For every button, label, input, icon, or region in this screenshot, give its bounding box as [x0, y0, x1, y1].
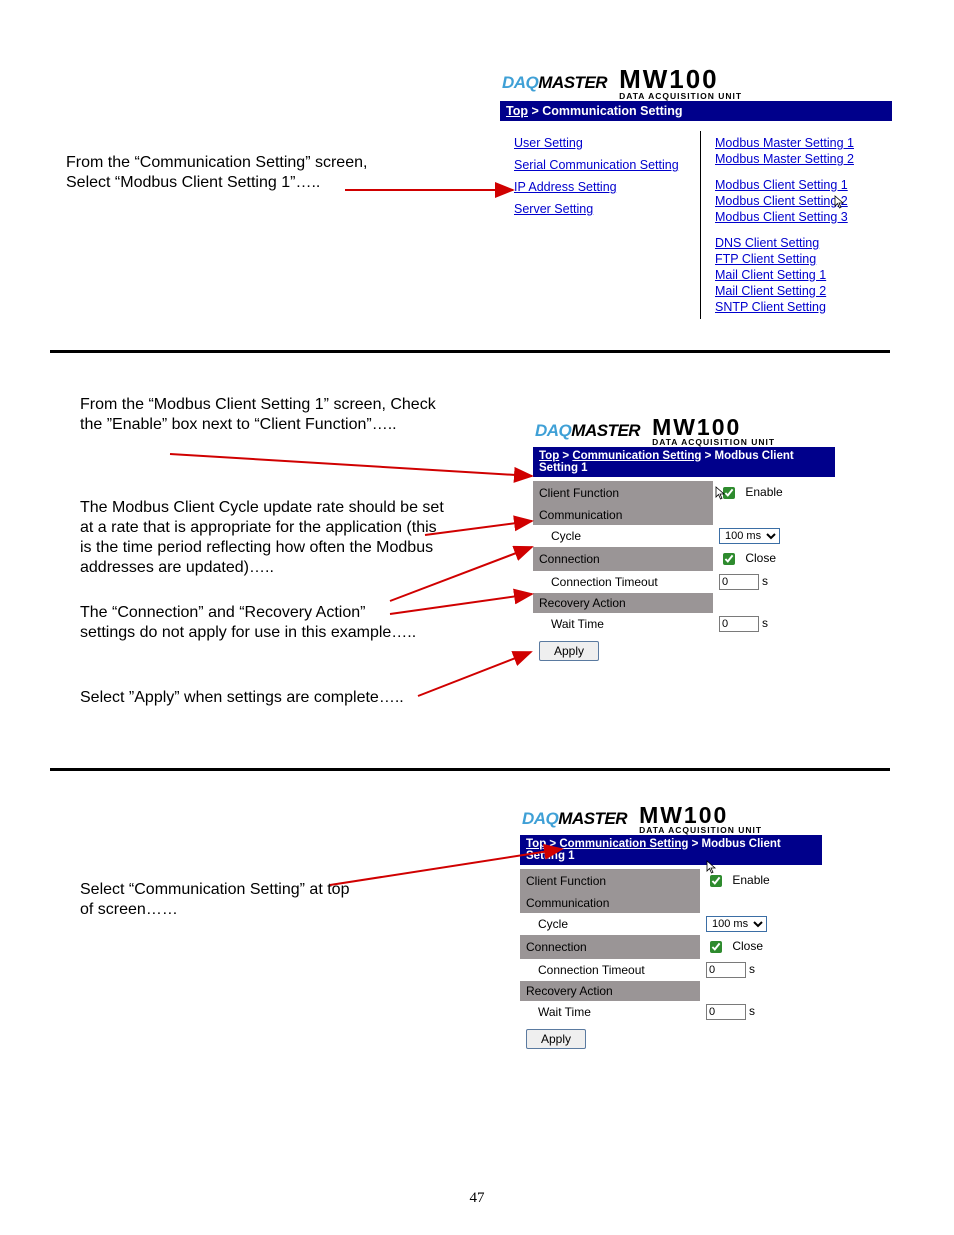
row-wait-time-label: Wait Time [520, 1001, 700, 1023]
breadcrumb-comm-setting[interactable]: Communication Setting [559, 838, 688, 850]
row-client-function-label: Client Function [533, 481, 713, 505]
row-client-function-label: Client Function [520, 869, 700, 893]
breadcrumb-top[interactable]: Top [506, 104, 528, 118]
daqmaster-logo: DAQMASTER [522, 809, 627, 829]
daqmaster-logo: DAQMASTER [535, 421, 640, 441]
links-column-right: Modbus Master Setting 1 Modbus Master Se… [700, 131, 868, 319]
wait-time-input[interactable] [719, 616, 759, 632]
mw100-subtitle: DATA ACQUISITION UNIT [619, 91, 742, 101]
row-recovery-action-label: Recovery Action [533, 593, 713, 613]
instruction-check-enable: From the “Modbus Client Setting 1” scree… [80, 395, 440, 435]
breadcrumb: Top > Communication Setting > Modbus Cli… [533, 447, 835, 477]
close-label: Close [745, 551, 776, 565]
mw100-subtitle: DATA ACQUISITION UNIT [639, 825, 762, 835]
connection-timeout-input[interactable] [719, 574, 759, 590]
row-connection-timeout-label: Connection Timeout [533, 571, 713, 593]
cursor-icon [706, 860, 718, 877]
instruction-select-apply: Select ”Apply” when settings are complet… [80, 688, 440, 708]
row-wait-time-label: Wait Time [533, 613, 713, 635]
close-checkbox[interactable] [710, 941, 722, 953]
instruction-select-comm-setting: Select “Communication Setting” at top of… [80, 880, 360, 920]
breadcrumb-top[interactable]: Top [526, 838, 546, 850]
cursor-icon [715, 486, 727, 503]
row-connection-timeout-label: Connection Timeout [520, 959, 700, 981]
link-user-setting[interactable]: User Setting [514, 136, 686, 150]
link-modbus-client-setting-1[interactable]: Modbus Client Setting 1 [715, 178, 854, 192]
logo-block: DAQMASTER MW100 DATA ACQUISITION UNIT [520, 800, 822, 835]
row-connection-label: Connection [533, 547, 713, 571]
instruction-cycle-rate: The Modbus Client Cycle update rate shou… [80, 498, 450, 578]
breadcrumb: Top > Communication Setting [500, 101, 892, 121]
close-label: Close [732, 939, 763, 953]
link-modbus-client-setting-3[interactable]: Modbus Client Setting 3 [715, 210, 854, 224]
page-number: 47 [470, 1190, 485, 1207]
row-connection-label: Connection [520, 935, 700, 959]
link-ip-address-setting[interactable]: IP Address Setting [514, 180, 686, 194]
cycle-select[interactable]: 100 ms [719, 528, 780, 544]
apply-button[interactable]: Apply [539, 641, 599, 661]
row-cycle-label: Cycle [533, 525, 713, 547]
mw100-subtitle: DATA ACQUISITION UNIT [652, 437, 775, 447]
wait-time-input[interactable] [706, 1004, 746, 1020]
link-mail-client-setting-2[interactable]: Mail Client Setting 2 [715, 284, 854, 298]
daqmaster-logo: DAQMASTER [502, 73, 607, 93]
link-server-setting[interactable]: Server Setting [514, 202, 686, 216]
connection-timeout-input[interactable] [706, 962, 746, 978]
link-mail-client-setting-1[interactable]: Mail Client Setting 1 [715, 268, 854, 282]
enable-label: Enable [745, 485, 782, 499]
row-communication-label: Communication [533, 505, 713, 525]
link-dns-client-setting[interactable]: DNS Client Setting [715, 236, 854, 250]
row-recovery-action-label: Recovery Action [520, 981, 700, 1001]
enable-label: Enable [732, 873, 769, 887]
breadcrumb-comm-setting[interactable]: Communication Setting [572, 450, 701, 462]
apply-button[interactable]: Apply [526, 1029, 586, 1049]
link-modbus-master-setting-1[interactable]: Modbus Master Setting 1 [715, 136, 854, 150]
instruction-connection-recovery: The “Connection” and “Recovery Action” s… [80, 603, 420, 643]
link-serial-communication-setting[interactable]: Serial Communication Setting [514, 158, 686, 172]
links-column-left: User Setting Serial Communication Settin… [500, 131, 700, 319]
logo-block: DAQMASTER MW100 DATA ACQUISITION UNIT [533, 412, 835, 447]
row-cycle-label: Cycle [520, 913, 700, 935]
cursor-icon [834, 195, 846, 212]
cycle-select[interactable]: 100 ms [706, 916, 767, 932]
instruction-select-modbus-client: From the “Communication Setting” screen,… [66, 153, 406, 193]
close-checkbox[interactable] [723, 553, 735, 565]
breadcrumb: Top > Communication Setting > Modbus Cli… [520, 835, 822, 865]
link-ftp-client-setting[interactable]: FTP Client Setting [715, 252, 854, 266]
arrow-to-client-function [170, 450, 540, 480]
row-communication-label: Communication [520, 893, 700, 913]
breadcrumb-top[interactable]: Top [539, 450, 559, 462]
link-modbus-master-setting-2[interactable]: Modbus Master Setting 2 [715, 152, 854, 166]
logo-block: DAQMASTER MW100 DATA ACQUISITION UNIT [500, 62, 892, 101]
link-sntp-client-setting[interactable]: SNTP Client Setting [715, 300, 854, 314]
